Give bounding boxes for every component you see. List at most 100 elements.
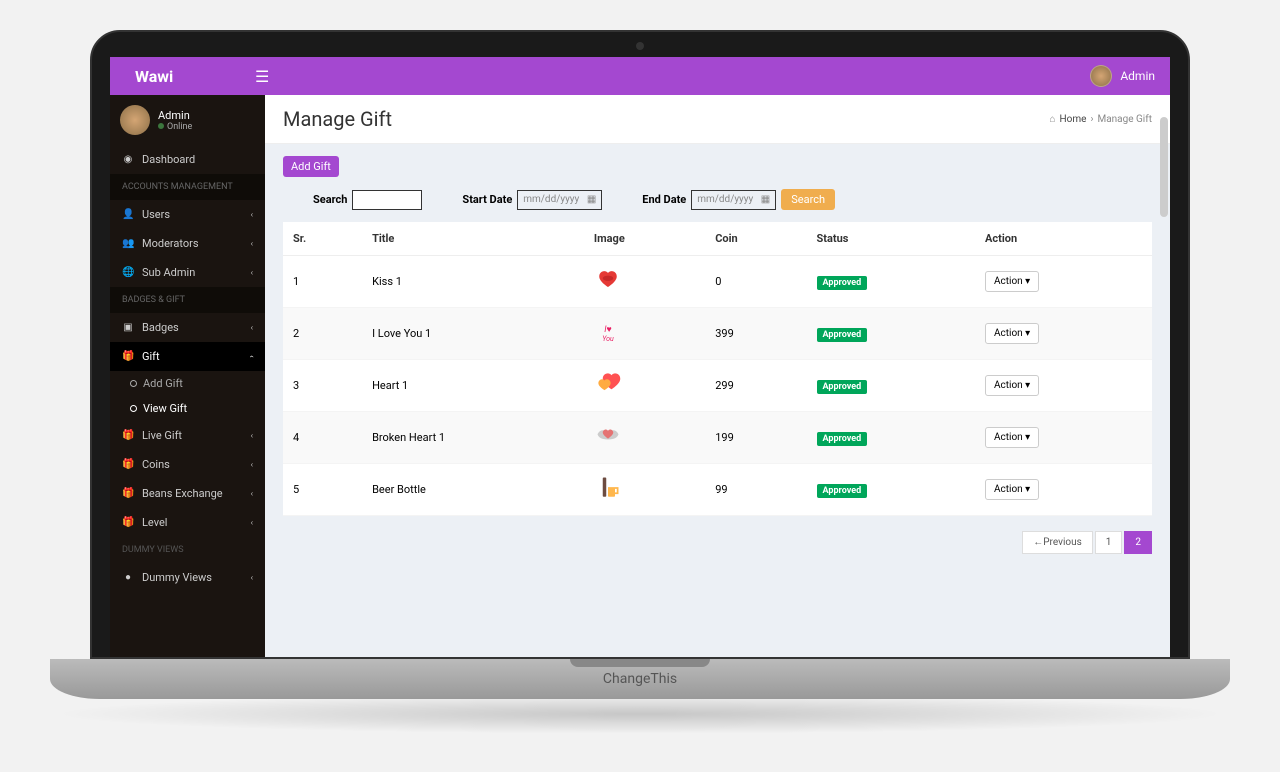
users-icon: 👥 — [122, 238, 134, 249]
avatar[interactable] — [1090, 65, 1112, 87]
sidebar-username: Admin — [158, 109, 192, 122]
home-icon: ⌂ — [1049, 114, 1055, 125]
action-button[interactable]: Action ▾ — [985, 479, 1039, 500]
sidebar-section-badges: BADGES & GIFT — [110, 287, 265, 313]
globe-icon: 🌐 — [122, 267, 134, 278]
action-button[interactable]: Action ▾ — [985, 323, 1039, 344]
page-prev[interactable]: ←Previous — [1022, 531, 1093, 554]
chevron-left-icon: ‹ — [251, 573, 253, 582]
chevron-left-icon: ‹ — [251, 268, 253, 277]
page-title: Manage Gift — [283, 107, 392, 131]
chevron-left-icon: ‹ — [251, 210, 253, 219]
cell-coin: 199 — [705, 412, 806, 464]
start-date-input[interactable]: mm/dd/yyyy▦ — [517, 190, 602, 210]
caret-down-icon: ▾ — [1025, 276, 1030, 287]
coin-icon: 🎁 — [122, 459, 134, 470]
sidebar-item-moderators[interactable]: 👥Moderators‹ — [110, 229, 265, 258]
scrollbar[interactable] — [1160, 117, 1168, 217]
cell-sr: 3 — [283, 360, 362, 412]
col-title: Title — [362, 222, 584, 256]
end-date-input[interactable]: mm/dd/yyyy▦ — [691, 190, 776, 210]
sidebar-item-beans[interactable]: 🎁Beans Exchange‹ — [110, 479, 265, 508]
sidebar-item-dashboard[interactable]: ◉Dashboard — [110, 145, 265, 174]
sidebar-item-level[interactable]: 🎁Level‹ — [110, 508, 265, 537]
cell-status: Approved — [807, 360, 975, 412]
svg-text:I♥: I♥ — [604, 325, 612, 335]
gift-icon — [594, 474, 622, 502]
breadcrumb-current: Manage Gift — [1097, 114, 1152, 125]
action-button[interactable]: Action ▾ — [985, 427, 1039, 448]
chevron-left-icon: ‹ — [251, 518, 253, 527]
sidebar: Admin Online ◉Dashboard ACCOUNTS MANAGEM… — [110, 95, 265, 657]
cell-image — [584, 464, 705, 516]
caret-down-icon: ▾ — [1025, 484, 1030, 495]
gift-icon: I♥You — [594, 318, 622, 346]
gift-icon — [594, 422, 622, 450]
cell-image — [584, 256, 705, 308]
cell-status: Approved — [807, 412, 975, 464]
action-button[interactable]: Action ▾ — [985, 375, 1039, 396]
breadcrumb-home[interactable]: Home — [1060, 114, 1087, 125]
cell-action: Action ▾ — [975, 412, 1152, 464]
laptop-camera — [636, 42, 644, 50]
status-badge: Approved — [817, 380, 868, 394]
caret-down-icon: ▾ — [1025, 380, 1030, 391]
sidebar-item-subadmin[interactable]: 🌐Sub Admin‹ — [110, 258, 265, 287]
sidebar-item-dummy[interactable]: ●Dummy Views‹ — [110, 563, 265, 592]
sidebar-status: Online — [158, 122, 192, 132]
brand-logo[interactable]: Wawi — [125, 67, 245, 86]
sidebar-item-coins[interactable]: 🎁Coins‹ — [110, 450, 265, 479]
cell-status: Approved — [807, 464, 975, 516]
add-gift-button[interactable]: Add Gift — [283, 156, 339, 177]
chevron-left-icon: ‹ — [251, 431, 253, 440]
cell-sr: 2 — [283, 308, 362, 360]
search-label: Search — [313, 193, 347, 206]
gift-table: Sr. Title Image Coin Status Action 1Kiss… — [283, 222, 1152, 516]
cell-action: Action ▾ — [975, 308, 1152, 360]
col-sr: Sr. — [283, 222, 362, 256]
sidebar-item-gift[interactable]: 🎁Gift‹ — [110, 342, 265, 371]
cell-status: Approved — [807, 308, 975, 360]
cell-action: Action ▾ — [975, 360, 1152, 412]
start-date-label: Start Date — [462, 193, 512, 206]
sidebar-sub-viewgift[interactable]: View Gift — [110, 396, 265, 421]
action-button[interactable]: Action ▾ — [985, 271, 1039, 292]
table-row: 4Broken Heart 1199ApprovedAction ▾ — [283, 412, 1152, 464]
calendar-icon: ▦ — [587, 194, 596, 205]
sidebar-sub-addgift[interactable]: Add Gift — [110, 371, 265, 396]
cell-image: I♥You — [584, 308, 705, 360]
cell-title: Beer Bottle — [362, 464, 584, 516]
exchange-icon: 🎁 — [122, 488, 134, 499]
menu-toggle-icon[interactable]: ☰ — [255, 67, 269, 86]
cell-status: Approved — [807, 256, 975, 308]
table-row: 1Kiss 1 0Approved Action ▾ — [283, 256, 1152, 308]
circle-icon — [130, 405, 137, 412]
cell-title: Broken Heart 1 — [362, 412, 584, 464]
cell-sr: 1 — [283, 256, 362, 308]
cell-action: Action ▾ — [975, 464, 1152, 516]
cell-coin: 0 — [705, 256, 806, 308]
chevron-down-icon: ‹ — [247, 355, 256, 357]
cell-title: Kiss 1 — [362, 256, 584, 308]
sidebar-item-users[interactable]: 👤Users‹ — [110, 200, 265, 229]
sidebar-item-badges[interactable]: ▣Badges‹ — [110, 313, 265, 342]
search-input[interactable] — [352, 190, 422, 210]
table-row: 2I Love You 1I♥You399ApprovedAction ▾ — [283, 308, 1152, 360]
level-icon: 🎁 — [122, 517, 134, 528]
cell-image — [584, 412, 705, 464]
table-row: 5Beer Bottle99ApprovedAction ▾ — [283, 464, 1152, 516]
cell-title: I Love You 1 — [362, 308, 584, 360]
sidebar-item-livegift[interactable]: 🎁Live Gift‹ — [110, 421, 265, 450]
status-badge: Approved — [817, 484, 868, 498]
cell-coin: 299 — [705, 360, 806, 412]
search-button[interactable]: Search — [781, 189, 835, 210]
col-status: Status — [807, 222, 975, 256]
end-date-label: End Date — [642, 193, 686, 206]
cell-coin: 99 — [705, 464, 806, 516]
page-1[interactable]: 1 — [1095, 531, 1123, 554]
topbar-username[interactable]: Admin — [1120, 69, 1155, 83]
badge-icon: ▣ — [122, 322, 134, 333]
chevron-left-icon: ‹ — [251, 460, 253, 469]
page-2[interactable]: 2 — [1124, 531, 1152, 554]
avatar — [120, 105, 150, 135]
